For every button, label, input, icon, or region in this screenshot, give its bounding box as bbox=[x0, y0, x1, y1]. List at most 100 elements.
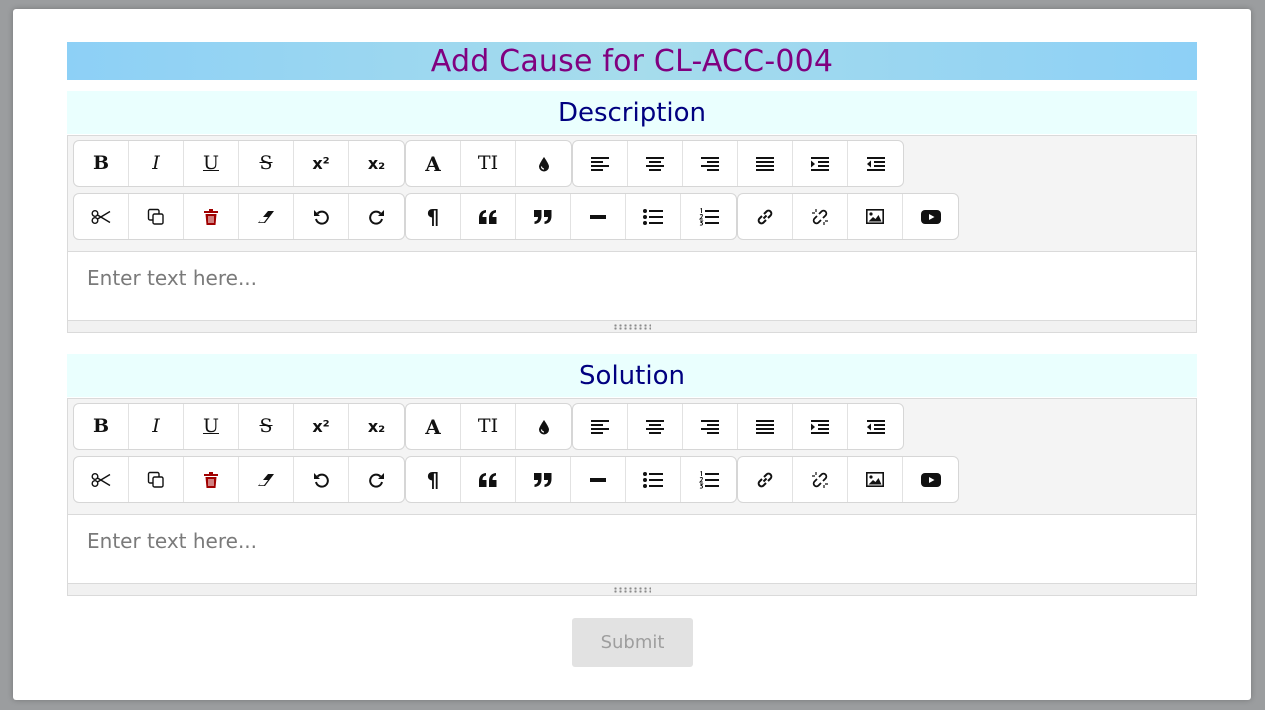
toolbar-row-insert: ¶ bbox=[73, 456, 959, 503]
redo-button[interactable] bbox=[349, 194, 404, 239]
image-icon bbox=[866, 472, 884, 487]
eraser-button[interactable] bbox=[239, 194, 294, 239]
indent-button[interactable] bbox=[793, 141, 848, 186]
solution-resize-handle[interactable] bbox=[68, 583, 1196, 595]
cut-button[interactable] bbox=[74, 194, 129, 239]
bold-icon: B bbox=[92, 415, 110, 437]
quote-open-button[interactable] bbox=[461, 457, 516, 502]
font-group: A TI bbox=[405, 403, 572, 450]
copy-button[interactable] bbox=[129, 457, 184, 502]
quote-close-button[interactable] bbox=[516, 457, 571, 502]
underline-button[interactable]: U bbox=[184, 141, 239, 186]
align-justify-icon bbox=[756, 156, 774, 171]
eraser-button[interactable] bbox=[239, 457, 294, 502]
numbered-list-button[interactable] bbox=[681, 194, 736, 239]
clipboard-group bbox=[73, 456, 405, 503]
subscript-button[interactable]: x₂ bbox=[349, 404, 404, 449]
quote-open-icon bbox=[479, 209, 497, 224]
horizontal-rule-button[interactable] bbox=[571, 457, 626, 502]
delete-button[interactable] bbox=[184, 457, 239, 502]
video-button[interactable] bbox=[903, 457, 958, 502]
strikethrough-button[interactable]: S bbox=[239, 404, 294, 449]
align-justify-button[interactable] bbox=[738, 404, 793, 449]
superscript-button[interactable]: x² bbox=[294, 404, 349, 449]
image-button[interactable] bbox=[848, 457, 903, 502]
superscript-button[interactable]: x² bbox=[294, 141, 349, 186]
grip-icon bbox=[613, 323, 651, 330]
text-style-group: B I U S x² x₂ bbox=[73, 403, 405, 450]
bullet-list-button[interactable] bbox=[626, 457, 681, 502]
underline-button[interactable]: U bbox=[184, 404, 239, 449]
unlink-button[interactable] bbox=[793, 457, 848, 502]
color-drop-icon bbox=[538, 419, 549, 434]
block-group: ¶ bbox=[405, 193, 737, 240]
italic-button[interactable]: I bbox=[129, 404, 184, 449]
delete-button[interactable] bbox=[184, 194, 239, 239]
align-right-button[interactable] bbox=[683, 404, 738, 449]
color-drop-icon bbox=[538, 156, 549, 171]
paragraph-button[interactable]: ¶ bbox=[406, 457, 461, 502]
link-button[interactable] bbox=[738, 457, 793, 502]
description-text-area[interactable]: Enter text here... bbox=[68, 252, 1196, 320]
align-right-button[interactable] bbox=[683, 141, 738, 186]
indent-button[interactable] bbox=[793, 404, 848, 449]
font-color-button[interactable] bbox=[516, 141, 571, 186]
cut-icon bbox=[91, 472, 111, 487]
submit-button[interactable]: Submit bbox=[572, 618, 693, 667]
superscript-icon: x² bbox=[312, 416, 330, 436]
image-button[interactable] bbox=[848, 194, 903, 239]
bullet-list-button[interactable] bbox=[626, 194, 681, 239]
copy-button[interactable] bbox=[129, 194, 184, 239]
align-justify-button[interactable] bbox=[738, 141, 793, 186]
description-placeholder: Enter text here... bbox=[87, 266, 258, 290]
solution-text-area[interactable]: Enter text here... bbox=[68, 515, 1196, 583]
text-style-group: B I U S x² x₂ bbox=[73, 140, 405, 187]
solution-heading-bar: Solution bbox=[67, 354, 1197, 397]
video-icon bbox=[920, 209, 941, 224]
subscript-button[interactable]: x₂ bbox=[349, 141, 404, 186]
delete-icon bbox=[204, 208, 218, 225]
font-size-button[interactable]: TI bbox=[461, 141, 516, 186]
align-center-button[interactable] bbox=[628, 141, 683, 186]
font-icon: A bbox=[425, 151, 441, 176]
cut-button[interactable] bbox=[74, 457, 129, 502]
quote-open-button[interactable] bbox=[461, 194, 516, 239]
italic-icon: I bbox=[152, 152, 160, 174]
video-button[interactable] bbox=[903, 194, 958, 239]
numbered-list-button[interactable] bbox=[681, 457, 736, 502]
font-button[interactable]: A bbox=[406, 141, 461, 186]
description-heading-bar: Description bbox=[67, 91, 1197, 134]
font-color-button[interactable] bbox=[516, 404, 571, 449]
bold-button[interactable]: B bbox=[74, 141, 129, 186]
quote-open-icon bbox=[479, 472, 497, 487]
unlink-icon bbox=[812, 471, 828, 488]
outdent-button[interactable] bbox=[848, 404, 903, 449]
description-resize-handle[interactable] bbox=[68, 320, 1196, 332]
align-left-button[interactable] bbox=[573, 404, 628, 449]
delete-icon bbox=[204, 471, 218, 488]
font-size-button[interactable]: TI bbox=[461, 404, 516, 449]
horizontal-rule-button[interactable] bbox=[571, 194, 626, 239]
media-group bbox=[737, 456, 959, 503]
paragraph-button[interactable]: ¶ bbox=[406, 194, 461, 239]
align-center-icon bbox=[646, 419, 664, 434]
bold-button[interactable]: B bbox=[74, 404, 129, 449]
redo-button[interactable] bbox=[349, 457, 404, 502]
strikethrough-button[interactable]: S bbox=[239, 141, 294, 186]
link-button[interactable] bbox=[738, 194, 793, 239]
font-size-icon: TI bbox=[477, 152, 499, 174]
subscript-icon: x₂ bbox=[367, 416, 386, 436]
undo-button[interactable] bbox=[294, 194, 349, 239]
align-left-button[interactable] bbox=[573, 141, 628, 186]
underline-icon: U bbox=[202, 415, 219, 437]
unlink-button[interactable] bbox=[793, 194, 848, 239]
subscript-icon: x₂ bbox=[367, 153, 386, 173]
bold-icon: B bbox=[92, 152, 110, 174]
undo-button[interactable] bbox=[294, 457, 349, 502]
quote-close-button[interactable] bbox=[516, 194, 571, 239]
copy-icon bbox=[147, 471, 164, 488]
outdent-button[interactable] bbox=[848, 141, 903, 186]
italic-button[interactable]: I bbox=[129, 141, 184, 186]
align-center-button[interactable] bbox=[628, 404, 683, 449]
font-button[interactable]: A bbox=[406, 404, 461, 449]
